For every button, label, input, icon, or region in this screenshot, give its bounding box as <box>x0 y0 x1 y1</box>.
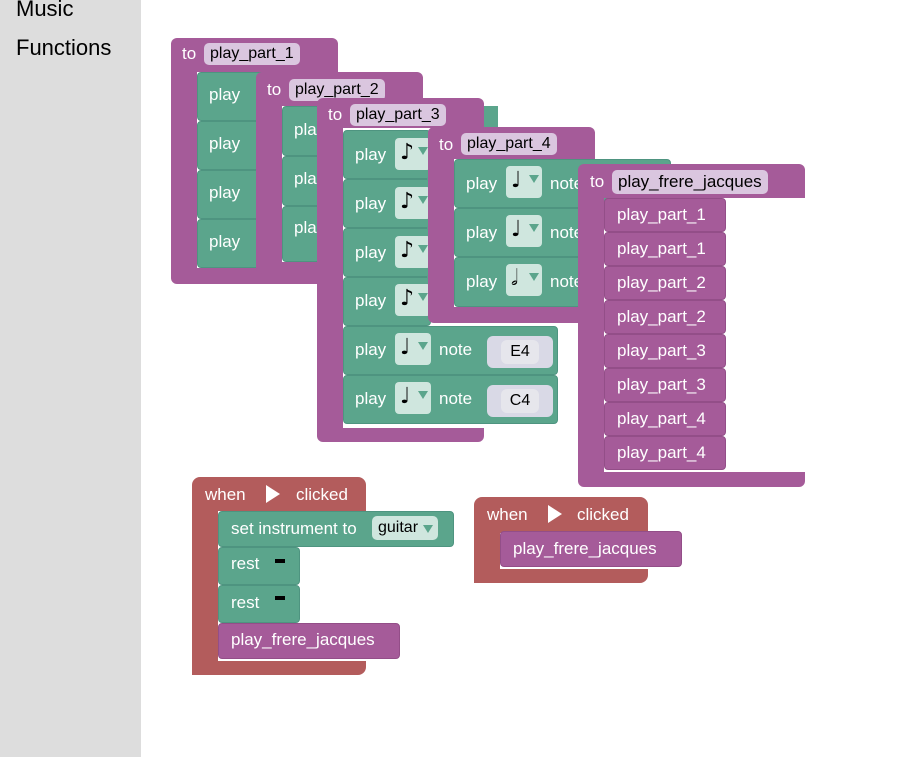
duration-dropdown[interactable]: ♩ <box>506 166 542 198</box>
call-label: play_frere_jacques <box>231 630 375 649</box>
call-label: play_part_1 <box>617 239 706 258</box>
event-body <box>192 509 218 675</box>
call-label: play_part_2 <box>617 307 706 326</box>
chevron-down-icon <box>529 175 539 183</box>
eighth-note-icon: ♪ <box>400 238 415 263</box>
note-label: note <box>439 389 473 408</box>
note-value-field[interactable]: E4 <box>501 340 539 364</box>
duration-dropdown[interactable]: ♩ <box>506 215 542 247</box>
call-label: play_part_4 <box>617 443 706 462</box>
chevron-down-icon <box>423 525 434 533</box>
chevron-down-icon <box>418 293 428 301</box>
chevron-down-icon <box>529 273 539 281</box>
call-label: play_part_2 <box>617 273 706 292</box>
play-label: play <box>466 272 498 291</box>
play-label: play <box>355 389 387 408</box>
green-flag-icon <box>266 485 280 503</box>
toolbox-sidebar: Music Functions <box>0 0 141 757</box>
to-label: to <box>182 44 197 63</box>
instrument-dropdown[interactable]: guitar <box>372 516 439 540</box>
call-label: play_part_4 <box>617 409 706 428</box>
category-functions[interactable]: Functions <box>16 35 111 61</box>
workspace[interactable]: to play_part_1 play play play play to pl… <box>141 0 899 757</box>
note-value-field[interactable]: C4 <box>501 389 539 413</box>
proc-body <box>171 72 197 270</box>
event-footer <box>474 569 648 583</box>
play-label: play <box>209 134 241 153</box>
play-label: play <box>355 243 387 262</box>
when-label: when <box>487 505 528 524</box>
play-label: play <box>355 145 387 164</box>
eighth-note-icon: ♪ <box>400 140 415 165</box>
call-label: play_frere_jacques <box>513 539 657 558</box>
play-label-partial: pla <box>294 218 317 237</box>
green-flag-icon <box>548 505 562 523</box>
category-music[interactable]: Music <box>16 0 73 22</box>
eighth-note-icon: ♪ <box>400 286 415 311</box>
duration-dropdown[interactable]: ♩ <box>395 333 431 365</box>
call-label: play_part_1 <box>617 205 706 224</box>
to-label: to <box>328 105 343 124</box>
duration-dropdown[interactable]: 𝅗𝅥 <box>506 264 542 296</box>
proc-body <box>317 126 343 430</box>
chevron-down-icon <box>418 147 428 155</box>
proc-footer <box>317 428 484 442</box>
event-footer <box>192 661 366 675</box>
chevron-down-icon <box>418 391 428 399</box>
duration-dropdown[interactable]: ♪ <box>395 138 431 170</box>
eighth-note-icon: ♪ <box>400 189 415 214</box>
rest-icon <box>275 559 285 563</box>
proc-body <box>578 198 604 478</box>
duration-dropdown[interactable]: ♪ <box>395 284 431 316</box>
chevron-down-icon <box>529 224 539 232</box>
proc-name-field[interactable]: play_frere_jacques <box>612 170 768 194</box>
when-label: when <box>205 485 246 504</box>
proc-footer <box>578 472 805 487</box>
play-label-partial: pla <box>294 120 317 139</box>
duration-dropdown[interactable]: ♪ <box>395 236 431 268</box>
chevron-down-icon <box>418 245 428 253</box>
call-label: play_part_3 <box>617 375 706 394</box>
quarter-note-icon: ♩ <box>400 335 411 360</box>
set-instrument-label: set instrument to <box>231 519 357 538</box>
play-label: play <box>466 223 498 242</box>
proc-name-field[interactable]: play_part_4 <box>461 133 557 155</box>
play-label: play <box>209 232 241 251</box>
rest-icon <box>275 596 285 600</box>
clicked-label: clicked <box>296 485 348 504</box>
rest-label: rest <box>231 554 260 573</box>
chevron-down-icon <box>418 342 428 350</box>
play-label: play <box>466 174 498 193</box>
duration-dropdown[interactable]: ♩ <box>395 382 431 414</box>
proc-body <box>256 106 282 266</box>
instrument-value: guitar <box>378 519 419 536</box>
proc-name-field[interactable]: play_part_3 <box>350 104 446 126</box>
play-label: play <box>355 291 387 310</box>
quarter-note-icon: ♩ <box>400 384 411 409</box>
half-note-icon: 𝅗𝅥 <box>511 266 518 291</box>
note-label: note <box>439 340 473 359</box>
play-label: play <box>209 183 241 202</box>
proc-footer <box>428 307 588 323</box>
proc-name-field[interactable]: play_part_1 <box>204 43 300 65</box>
play-label: play <box>355 340 387 359</box>
chevron-down-icon <box>418 196 428 204</box>
call-label: play_part_3 <box>617 341 706 360</box>
clicked-label: clicked <box>577 505 629 524</box>
duration-dropdown[interactable]: ♪ <box>395 187 431 219</box>
to-label: to <box>590 172 605 191</box>
quarter-note-icon: ♩ <box>511 168 522 193</box>
quarter-note-icon: ♩ <box>511 217 522 242</box>
play-label: play <box>209 85 241 104</box>
to-label: to <box>267 80 282 99</box>
proc-body <box>428 157 454 317</box>
play-label-partial: pla <box>294 169 317 188</box>
rest-label: rest <box>231 593 260 612</box>
to-label: to <box>439 135 454 154</box>
play-label: play <box>355 194 387 213</box>
